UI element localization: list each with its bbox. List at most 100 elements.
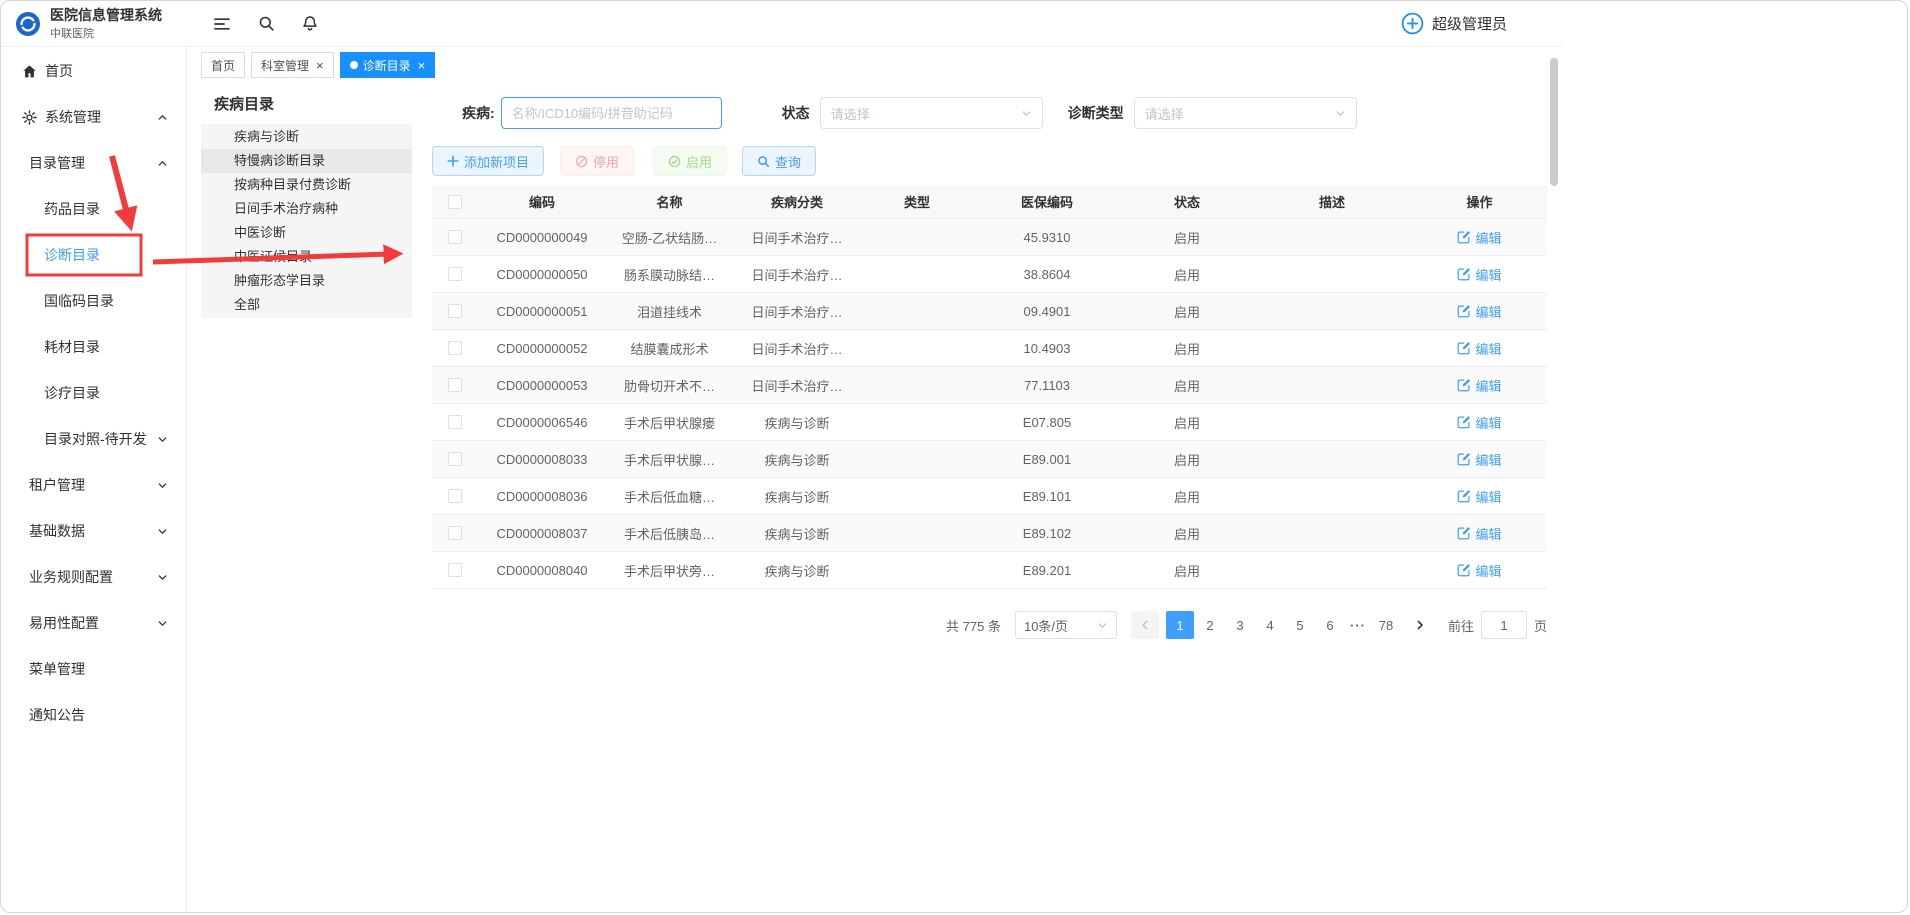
sidebar-item-national-code-catalog[interactable]: 国临码目录 [1, 278, 186, 324]
catalog-item[interactable]: 疾病与诊断 [201, 125, 412, 149]
edit-button[interactable]: 编辑 [1457, 413, 1501, 432]
tab-2[interactable]: 诊断目录× [340, 52, 436, 78]
sidebar-item-menu-management[interactable]: 菜单管理 [1, 646, 186, 692]
sidebar-item-diagnosis-catalog[interactable]: 诊断目录 [1, 232, 186, 278]
sidebar-item-business-rules[interactable]: 业务规则配置 [1, 554, 186, 600]
scrollbar-thumb[interactable] [1550, 58, 1558, 186]
select-all-checkbox[interactable] [448, 195, 462, 209]
disease-search-input[interactable] [501, 97, 722, 129]
sidebar-item-basic-data[interactable]: 基础数据 [1, 508, 186, 554]
sidebar-item-usability-config[interactable]: 易用性配置 [1, 600, 186, 646]
diagnosis-type-select-value: 请选择 [1145, 104, 1184, 123]
page-number-3[interactable]: 3 [1226, 611, 1254, 639]
cell-name: 泪道挂线术 [607, 302, 732, 321]
page-number-6[interactable]: 6 [1316, 611, 1344, 639]
query-button[interactable]: 查询 [742, 146, 816, 176]
diagnosis-type-select[interactable]: 请选择 [1134, 97, 1357, 129]
row-checkbox[interactable] [448, 563, 462, 577]
chevron-down-icon [157, 526, 168, 537]
edit-button[interactable]: 编辑 [1457, 487, 1501, 506]
table-header-row: 编码名称疾病分类类型医保编码状态描述操作 [432, 185, 1547, 219]
chevron-left-icon [1139, 619, 1151, 631]
page-number-2[interactable]: 2 [1196, 611, 1224, 639]
row-checkbox[interactable] [448, 230, 462, 244]
bell-icon[interactable] [302, 15, 318, 32]
checkbox-cell [432, 378, 477, 392]
row-checkbox[interactable] [448, 267, 462, 281]
tab-close-icon[interactable]: × [316, 59, 324, 72]
row-checkbox[interactable] [448, 304, 462, 318]
table-row: CD0000008037手术后低胰岛…疾病与诊断E89.102启用编辑 [432, 515, 1547, 552]
sidebar-item-tenant-management[interactable]: 租户管理 [1, 462, 186, 508]
status-select-value: 请选择 [831, 104, 870, 123]
search-icon[interactable] [258, 15, 275, 32]
row-checkbox[interactable] [448, 415, 462, 429]
enable-button[interactable]: 启用 [653, 146, 727, 176]
page-number-last[interactable]: 78 [1372, 611, 1400, 639]
row-checkbox[interactable] [448, 452, 462, 466]
catalog-item[interactable]: 中医证候目录 [201, 245, 412, 269]
checkbox-cell [432, 415, 477, 429]
page-number-5[interactable]: 5 [1286, 611, 1314, 639]
edit-icon [1457, 230, 1471, 244]
more-pages-icon[interactable]: ··· [1345, 618, 1371, 633]
tab-bar: 首页科室管理×诊断目录× [187, 47, 1563, 81]
goto-page-input[interactable] [1481, 611, 1527, 639]
status-select[interactable]: 请选择 [820, 97, 1043, 129]
table-area: 疾病: 状态 请选择 诊断类型 请选择 [432, 85, 1549, 913]
tab-0[interactable]: 首页 [201, 52, 245, 78]
page-number-4[interactable]: 4 [1256, 611, 1284, 639]
catalog-item[interactable]: 肿瘤形态学目录 [201, 269, 412, 293]
row-checkbox[interactable] [448, 489, 462, 503]
menu-collapse-icon[interactable] [213, 16, 231, 32]
sidebar-item-catalog-compare[interactable]: 目录对照-待开发 [1, 416, 186, 462]
pagination: 共 775 条 10条/页 123456 ··· 78 [432, 611, 1547, 639]
edit-button[interactable]: 编辑 [1457, 339, 1501, 358]
sidebar-item-treatment-catalog[interactable]: 诊疗目录 [1, 370, 186, 416]
edit-button[interactable]: 编辑 [1457, 302, 1501, 321]
catalog-item[interactable]: 特慢病诊断目录 [201, 149, 412, 173]
catalog-item[interactable]: 中医诊断 [201, 221, 412, 245]
goto-unit: 页 [1534, 616, 1547, 635]
sidebar-item-home[interactable]: 首页 [1, 48, 186, 94]
cell-category: 疾病与诊断 [732, 524, 862, 543]
edit-button[interactable]: 编辑 [1457, 561, 1501, 580]
edit-label: 编辑 [1475, 376, 1501, 395]
checkbox-cell [432, 341, 477, 355]
add-item-button[interactable]: 添加新项目 [432, 146, 544, 176]
sidebar-item-consumables-catalog[interactable]: 耗材目录 [1, 324, 186, 370]
cell-actions: 编辑 [1412, 450, 1547, 469]
total-count: 共 775 条 [946, 616, 1001, 635]
next-page-button[interactable] [1406, 611, 1434, 639]
cell-category: 疾病与诊断 [732, 413, 862, 432]
row-checkbox[interactable] [448, 378, 462, 392]
sidebar-item-notice[interactable]: 通知公告 [1, 692, 186, 738]
catalog-item[interactable]: 全部 [201, 293, 412, 317]
edit-icon [1457, 304, 1471, 318]
user-menu[interactable]: 超级管理员 [1401, 12, 1507, 35]
row-checkbox[interactable] [448, 526, 462, 540]
page-size-select[interactable]: 10条/页 [1015, 611, 1117, 639]
sidebar-item-drug-catalog[interactable]: 药品目录 [1, 186, 186, 232]
sidebar-item-label: 国临码目录 [44, 291, 114, 311]
chevron-right-icon [1414, 619, 1426, 631]
prev-page-button[interactable] [1131, 611, 1159, 639]
table-row: CD0000000050肠系膜动脉结…日间手术治疗…38.8604启用编辑 [432, 256, 1547, 293]
sidebar-item-label: 业务规则配置 [29, 567, 113, 587]
edit-button[interactable]: 编辑 [1457, 376, 1501, 395]
brand-text: 医院信息管理系统 中联医院 [50, 6, 162, 40]
page-number-1[interactable]: 1 [1166, 611, 1194, 639]
edit-button[interactable]: 编辑 [1457, 228, 1501, 247]
row-checkbox[interactable] [448, 341, 462, 355]
edit-button[interactable]: 编辑 [1457, 524, 1501, 543]
catalog-item[interactable]: 日间手术治疗病种 [201, 197, 412, 221]
edit-button[interactable]: 编辑 [1457, 265, 1501, 284]
tab-close-icon[interactable]: × [418, 59, 426, 72]
disable-button[interactable]: 停用 [560, 146, 634, 176]
tab-1[interactable]: 科室管理× [251, 52, 334, 78]
catalog-item[interactable]: 按病种目录付费诊断 [201, 173, 412, 197]
sidebar-item-catalog-management[interactable]: 目录管理 [1, 140, 186, 186]
cell-name: 结膜囊成形术 [607, 339, 732, 358]
sidebar-item-system-management[interactable]: 系统管理 [1, 94, 186, 140]
edit-button[interactable]: 编辑 [1457, 450, 1501, 469]
